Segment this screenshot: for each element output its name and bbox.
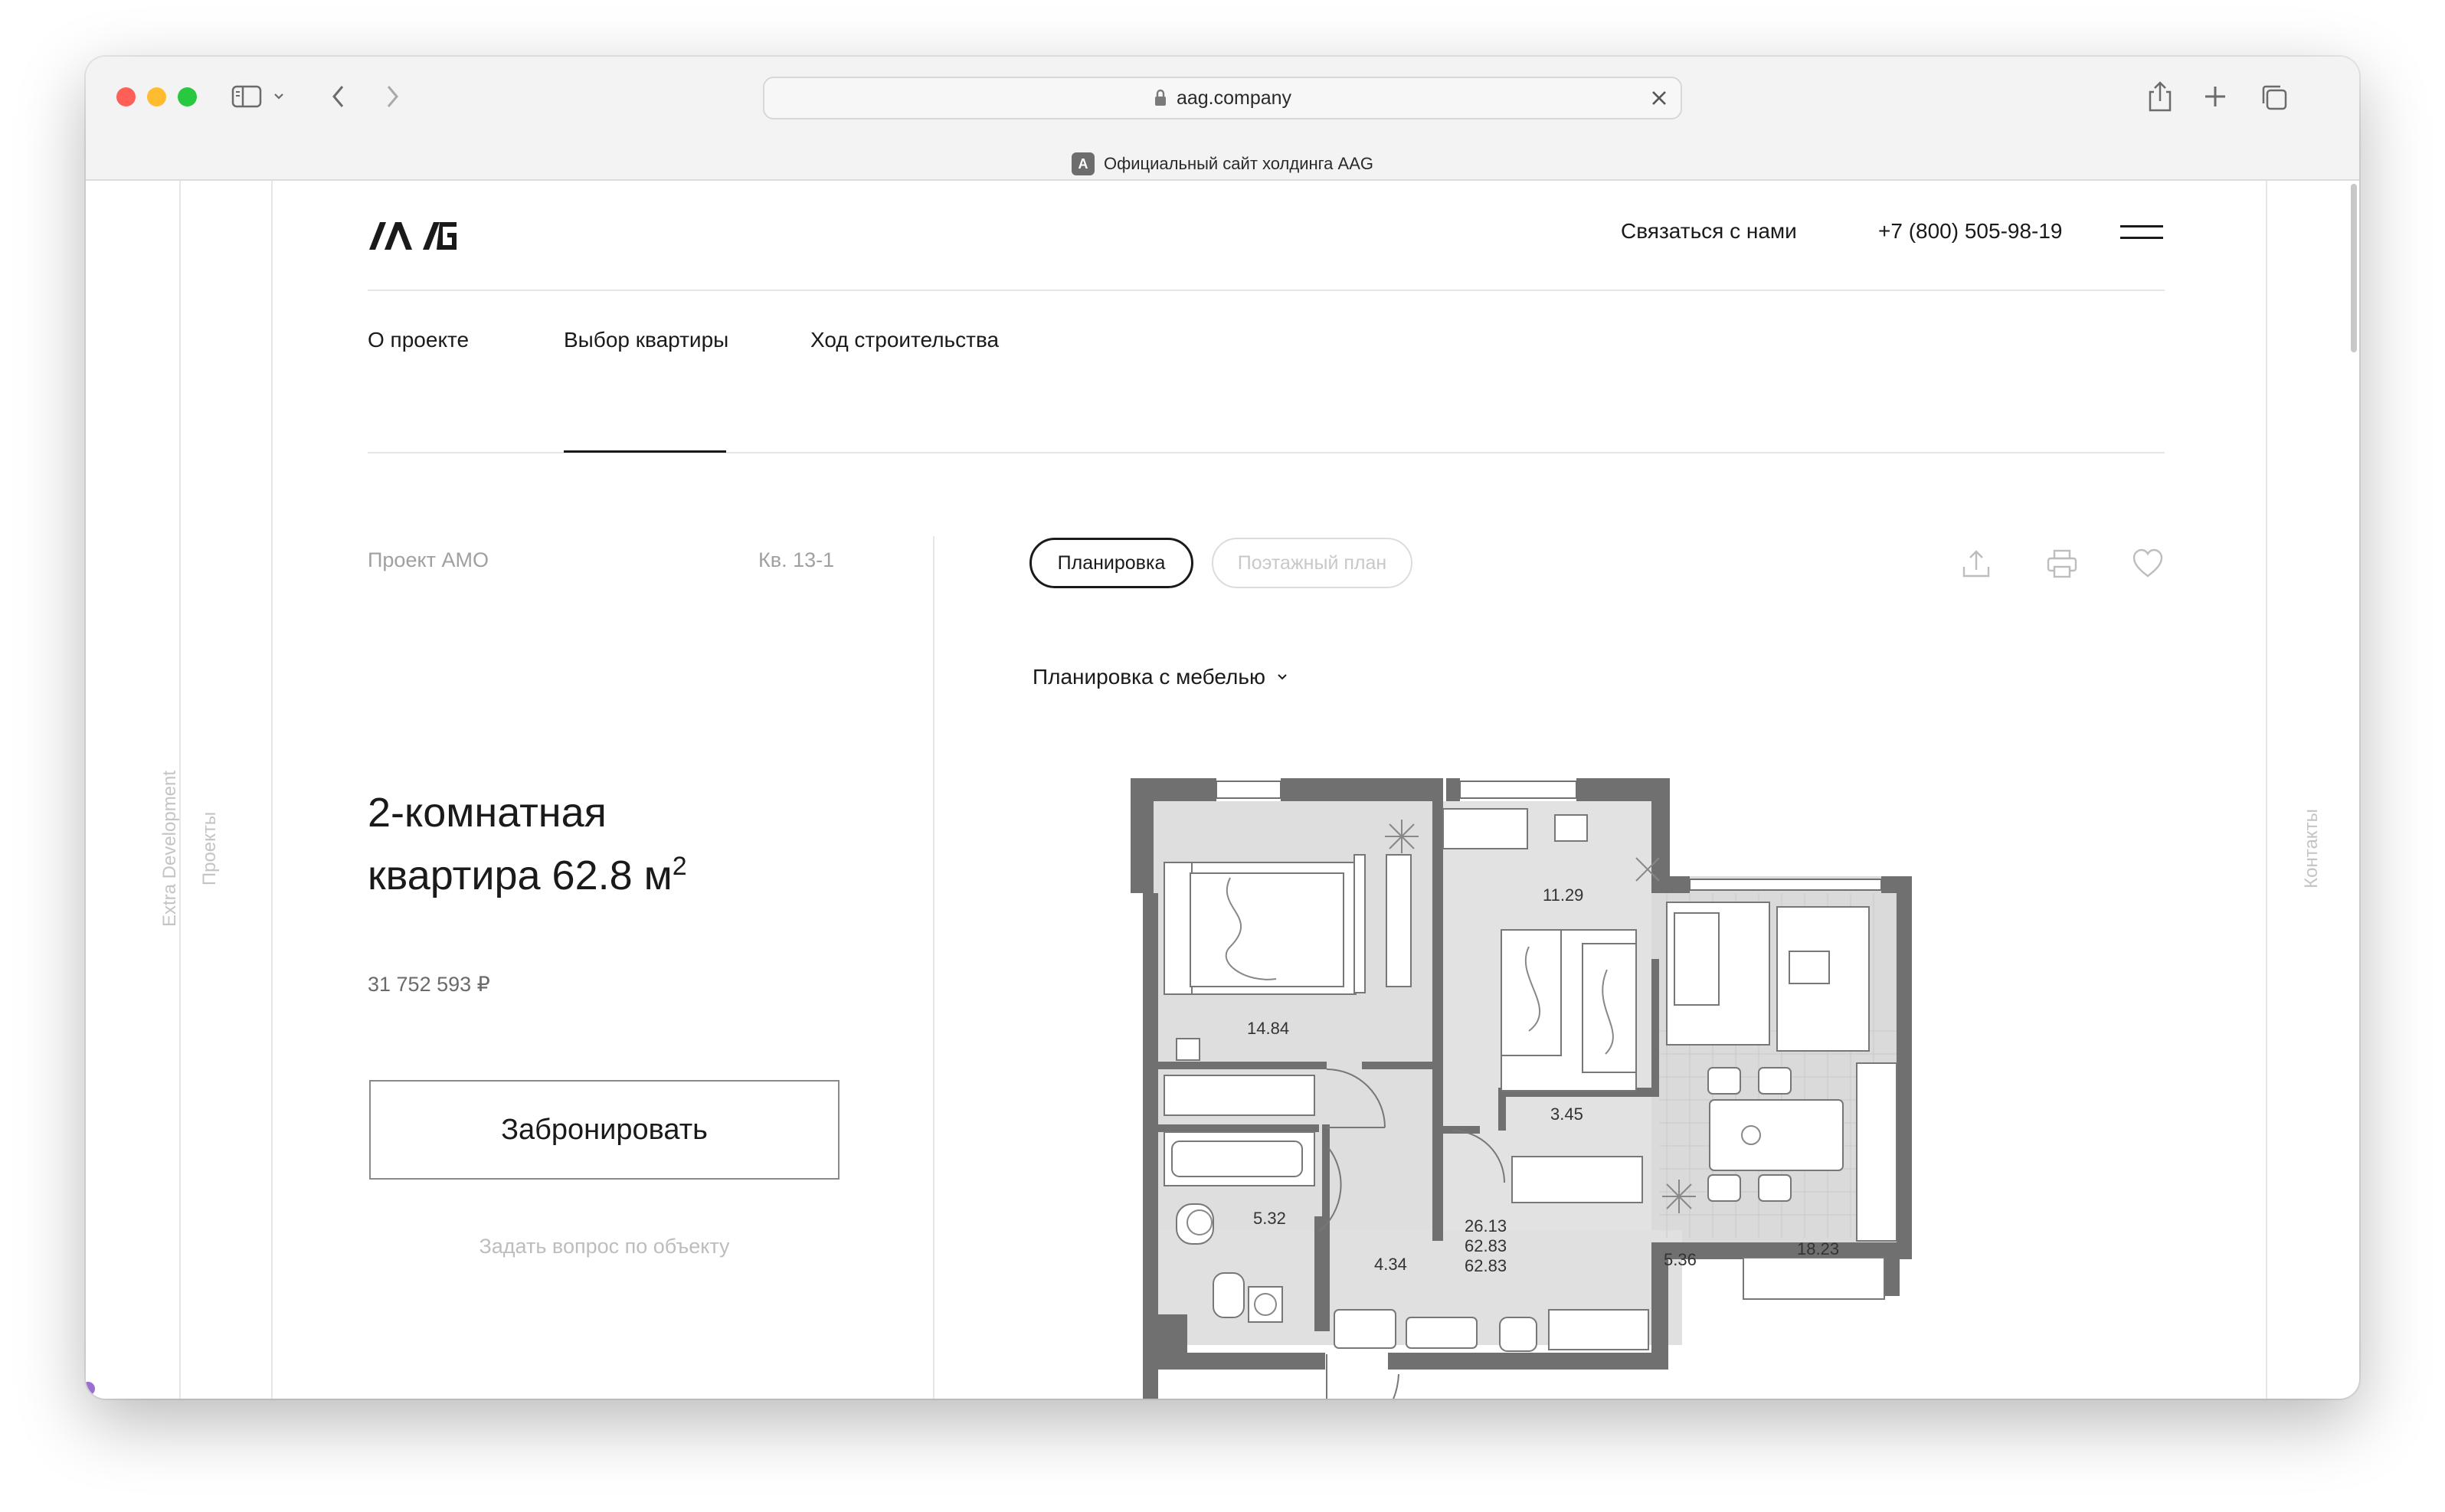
nav-about[interactable]: О проекте	[368, 328, 469, 352]
title-superscript: 2	[672, 852, 687, 881]
room-label: 5.32	[1253, 1209, 1286, 1228]
tab-layout[interactable]: Планировка	[1029, 538, 1193, 588]
print-icon[interactable]	[2045, 547, 2079, 584]
page-content: Extra Development Проекты Контакты Связа…	[86, 181, 2359, 1399]
room-label: 26.13	[1465, 1216, 1507, 1235]
corner-indicator	[86, 1382, 95, 1396]
side-link-contacts[interactable]: Контакты	[2301, 787, 2322, 910]
url-text: aag.company	[1176, 87, 1292, 109]
side-link-projects[interactable]: Проекты	[199, 787, 221, 910]
aag-logo[interactable]	[368, 219, 460, 255]
dropdown-label: Планировка с мебелью	[1033, 665, 1265, 689]
menu-icon[interactable]	[2120, 225, 2163, 248]
apartment-price: 31 752 593 ₽	[368, 973, 490, 996]
heart-icon[interactable]	[2131, 547, 2165, 584]
frame-line	[2266, 181, 2267, 1399]
apartment-title: 2-комнатная квартира 62.8 м2	[368, 786, 687, 902]
project-name[interactable]: Проект АМО	[368, 548, 489, 572]
back-icon[interactable]	[329, 83, 348, 110]
forward-icon[interactable]	[383, 83, 401, 110]
address-bar[interactable]: aag.company	[763, 77, 1682, 119]
column-divider	[933, 536, 934, 1399]
scrollbar[interactable]	[2348, 181, 2359, 357]
upload-icon[interactable]	[1959, 547, 1993, 584]
browser-toolbar: aag.company A Официальный сайт холдинга …	[86, 57, 2359, 181]
header-divider	[368, 290, 2165, 291]
room-label: 62.83	[1465, 1236, 1507, 1255]
ask-question-link[interactable]: Задать вопрос по объекту	[369, 1235, 840, 1258]
chevron-down-icon	[1276, 671, 1288, 683]
frame-line	[271, 181, 273, 1399]
room-label: 18.23	[1797, 1239, 1839, 1258]
browser-window: aag.company A Официальный сайт холдинга …	[86, 57, 2359, 1399]
share-icon[interactable]	[2146, 80, 2174, 113]
minimize-window-button[interactable]	[147, 87, 166, 106]
room-label: 62.83	[1465, 1256, 1507, 1275]
lock-icon	[1154, 89, 1167, 107]
active-tab[interactable]: A Официальный сайт холдинга AAG	[86, 147, 2359, 181]
room-label: 3.45	[1550, 1105, 1583, 1124]
plus-icon[interactable]	[2203, 84, 2227, 109]
room-label: 4.34	[1374, 1255, 1407, 1274]
nav-apartment-choice[interactable]: Выбор квартиры	[564, 328, 728, 352]
apartment-number: Кв. 13-1	[758, 548, 835, 571]
floor-plan[interactable]: 14.84 11.29 3.45 5.32 4.34 26.13 62.83 6…	[1131, 778, 1927, 1399]
tabs-icon[interactable]	[2260, 83, 2289, 112]
contact-link[interactable]: Связаться с нами	[1621, 219, 1797, 244]
close-icon[interactable]	[1648, 87, 1670, 109]
floor-plan-drawing: 14.84 11.29 3.45 5.32 4.34 26.13 62.83 6…	[1131, 778, 1912, 1399]
title-line-1: 2-комнатная	[368, 790, 607, 836]
room-label: 14.84	[1247, 1019, 1289, 1038]
room-label: 11.29	[1543, 885, 1583, 905]
layout-dropdown[interactable]: Планировка с мебелью	[1033, 665, 1288, 689]
logo-mark	[369, 222, 457, 250]
nav-active-indicator	[564, 450, 726, 453]
book-button[interactable]: Забронировать	[369, 1080, 840, 1180]
favicon: A	[1072, 152, 1095, 175]
phone-link[interactable]: +7 (800) 505-98-19	[1878, 219, 2063, 244]
tab-floor-plan[interactable]: Поэтажный план	[1212, 538, 1412, 588]
side-link-extra-development[interactable]: Extra Development	[159, 734, 181, 964]
nav-construction[interactable]: Ход строительства	[810, 328, 999, 352]
tab-title: Официальный сайт холдинга AAG	[1104, 154, 1373, 173]
title-line-2: квартира 62.8 м	[368, 853, 673, 898]
sidebar-icon[interactable]	[231, 84, 262, 109]
chevron-down-icon[interactable]	[273, 90, 285, 103]
close-window-button[interactable]	[116, 87, 136, 106]
room-label: 5.36	[1664, 1250, 1697, 1269]
maximize-window-button[interactable]	[178, 87, 197, 106]
